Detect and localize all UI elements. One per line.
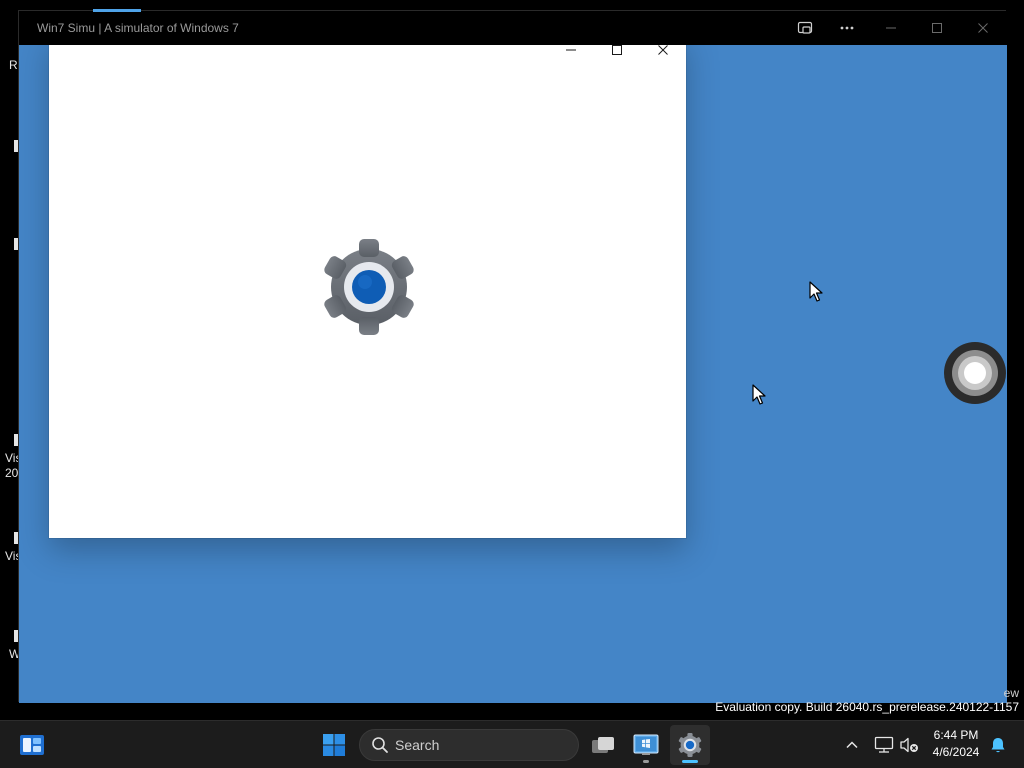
mouse-pointer-icon xyxy=(752,384,766,405)
more-button[interactable] xyxy=(831,15,863,41)
network-button[interactable] xyxy=(872,733,896,757)
windows-logo-icon xyxy=(323,734,345,756)
notifications-button[interactable] xyxy=(986,733,1010,757)
bell-icon xyxy=(991,738,1005,753)
settings-close-button[interactable] xyxy=(643,45,683,62)
clock-date: 4/6/2024 xyxy=(932,745,980,759)
maximize-icon xyxy=(932,23,942,33)
volume-muted-icon xyxy=(900,737,918,753)
app-titlebar[interactable]: Win7 Simu | A simulator of Windows 7 xyxy=(19,9,1007,45)
search-icon xyxy=(372,737,388,753)
close-icon xyxy=(978,23,988,33)
app-title: Win7 Simu | A simulator of Windows 7 xyxy=(37,21,239,35)
gear-icon xyxy=(678,733,702,757)
touch-indicator-icon[interactable] xyxy=(943,341,1007,405)
settings-window xyxy=(49,45,686,538)
minimize-icon xyxy=(566,49,576,51)
gear-icon xyxy=(322,239,416,335)
clock-time: 6:44 PM xyxy=(933,728,979,742)
cast-button[interactable] xyxy=(789,15,821,41)
widgets-button[interactable] xyxy=(12,725,52,765)
start-button[interactable] xyxy=(314,725,354,765)
evaluation-watermark: Evaluation copy. Build 26040.rs_prerelea… xyxy=(715,700,1019,714)
desktop-icon-label[interactable]: 20 xyxy=(5,466,18,480)
mouse-pointer-icon xyxy=(809,281,823,302)
maximize-icon xyxy=(612,45,622,55)
simulated-desktop[interactable] xyxy=(19,45,1007,703)
show-hidden-icons-button[interactable] xyxy=(840,733,864,757)
chevron-up-icon xyxy=(846,741,858,749)
volume-button[interactable] xyxy=(897,733,921,757)
app-maximize-button[interactable] xyxy=(921,15,953,41)
taskbar-search[interactable]: Search xyxy=(359,729,579,761)
search-placeholder: Search xyxy=(395,737,440,753)
task-view-icon xyxy=(592,737,614,753)
desktop: Re Vis 20 Vis W Win7 Simu | A simulator … xyxy=(0,0,1024,720)
widgets-icon xyxy=(20,735,44,755)
taskbar-app-win7simu[interactable] xyxy=(626,725,666,765)
edge-text-fragment: ew xyxy=(1003,686,1019,700)
cast-icon xyxy=(797,21,813,34)
network-icon xyxy=(874,736,894,753)
win7simu-app-icon xyxy=(633,734,659,755)
settings-minimize-button[interactable] xyxy=(551,45,591,62)
app-minimize-button[interactable] xyxy=(875,15,907,41)
taskbar: Search 6:44 PM 4/6/2024 xyxy=(0,720,1024,768)
task-view-button[interactable] xyxy=(583,725,623,765)
win7simu-window: Win7 Simu | A simulator of Windows 7 xyxy=(18,9,1007,703)
settings-maximize-button[interactable] xyxy=(597,45,637,62)
active-indicator xyxy=(682,760,698,763)
tab-accent xyxy=(93,9,141,12)
taskbar-app-settings[interactable] xyxy=(670,725,710,765)
running-indicator xyxy=(643,760,649,763)
app-close-button[interactable] xyxy=(967,15,999,41)
taskbar-clock[interactable]: 6:44 PM 4/6/2024 xyxy=(924,727,988,761)
minimize-icon xyxy=(886,27,896,29)
more-icon xyxy=(840,26,854,30)
close-icon xyxy=(658,45,668,55)
